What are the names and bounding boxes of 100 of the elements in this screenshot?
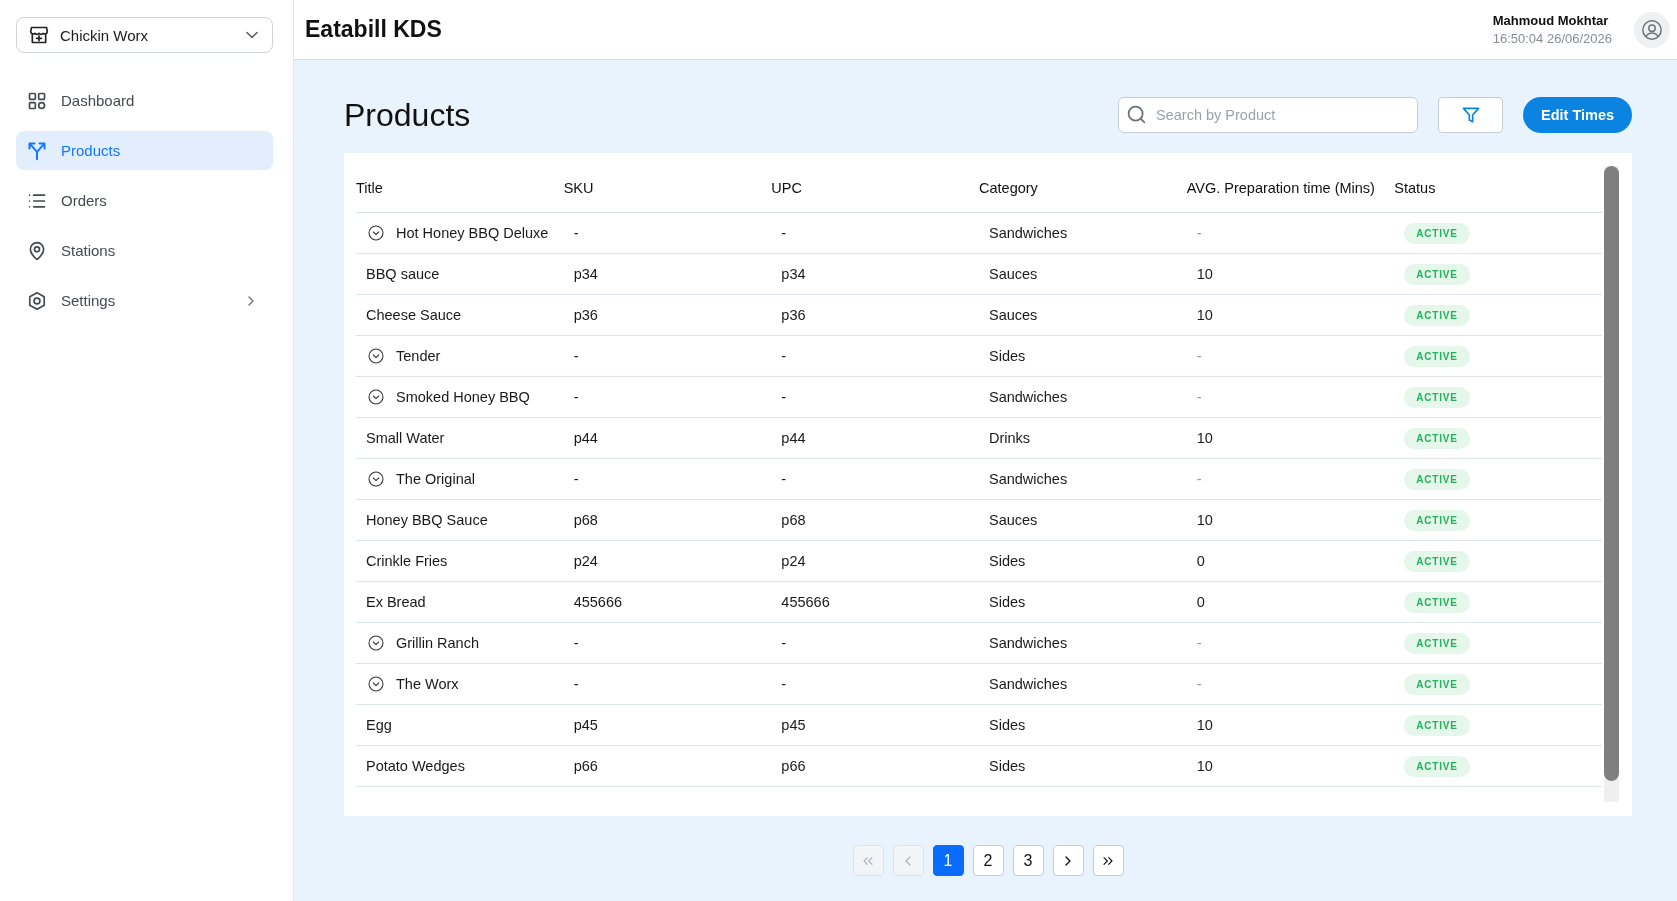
table-cell: Small Water [366, 430, 445, 446]
table-cell: Ex Bread [366, 594, 426, 610]
table-cell: 10 [1196, 266, 1213, 282]
table-cell: - [1196, 348, 1202, 364]
avatar-button[interactable] [1634, 11, 1670, 48]
table-cell: Cheese Sauce [366, 307, 462, 323]
table-cell: - [781, 348, 787, 364]
status-badge: ACTIVE [1404, 673, 1470, 695]
table-cell: p68 [573, 512, 598, 528]
nav-label: Settings [61, 292, 117, 309]
column-header: UPC [771, 179, 802, 196]
circle-chevron-icon[interactable] [368, 635, 384, 651]
page-button[interactable]: 3 [1012, 845, 1044, 876]
page-title: Products [344, 96, 472, 134]
table-cell: - [1196, 389, 1202, 405]
table-cell: p45 [573, 717, 598, 733]
table-cell: Sandwiches [989, 471, 1068, 487]
last-page-button[interactable] [1092, 845, 1124, 876]
table-cell: Sandwiches [989, 225, 1068, 241]
page-button[interactable]: 1 [932, 845, 964, 876]
column-header: SKU [563, 179, 594, 196]
table-cell: Potato Wedges [366, 758, 465, 774]
table-cell: - [781, 225, 787, 241]
status-badge: ACTIVE [1404, 632, 1470, 654]
fork-arrows-icon [27, 140, 47, 161]
table-cell: - [781, 635, 787, 651]
table-cell: Sauces [989, 512, 1038, 528]
table-cell: Sides [989, 717, 1026, 733]
circle-chevron-icon[interactable] [368, 225, 384, 241]
column-header: Title [356, 179, 383, 196]
status-badge: ACTIVE [1404, 714, 1470, 736]
nav-item[interactable]: Stations [16, 231, 273, 270]
table-cell: - [573, 348, 579, 364]
status-badge: ACTIVE [1404, 386, 1470, 408]
user-name: Mahmoud Mokhtar [1492, 13, 1610, 28]
table-cell: Sides [989, 594, 1026, 610]
grid-icon [27, 90, 47, 111]
table-cell: p36 [781, 307, 806, 323]
table-cell: - [573, 471, 579, 487]
table-cell: p36 [573, 307, 598, 323]
map-pin-icon [27, 240, 47, 261]
table-cell: Honey BBQ Sauce [366, 512, 488, 528]
column-header: Status [1394, 179, 1436, 196]
table-cell: Grillin Ranch [396, 635, 479, 651]
edit-times-button[interactable]: Edit Times [1523, 97, 1632, 133]
table-cell: Egg [366, 717, 392, 733]
hexagon-icon [27, 290, 47, 311]
table-cell: Tender [396, 348, 441, 364]
column-header: AVG. Preparation time (Mins) [1186, 179, 1375, 196]
status-badge: ACTIVE [1404, 304, 1470, 326]
table-cell: 0 [1196, 553, 1205, 569]
table-cell: Crinkle Fries [366, 553, 448, 569]
timestamp: 16:50:04 26/06/2026 [1492, 31, 1612, 46]
status-badge: ACTIVE [1404, 550, 1470, 572]
table-cell: p34 [781, 266, 806, 282]
search-field[interactable]: Search by Product [1118, 97, 1418, 133]
table-cell: - [1196, 635, 1202, 651]
table-cell: p24 [781, 553, 806, 569]
store-select[interactable]: Chickin Worx [16, 17, 273, 53]
table-cell: p45 [781, 717, 806, 733]
table-cell: Smoked Honey BBQ [396, 389, 530, 405]
column-header: Category [979, 179, 1038, 196]
table-cell: - [573, 225, 579, 241]
table-cell: p44 [573, 430, 598, 446]
circle-chevron-icon[interactable] [368, 348, 384, 364]
page-button[interactable]: 2 [972, 845, 1004, 876]
table-cell: - [1196, 676, 1202, 692]
table-cell: 10 [1196, 717, 1213, 733]
status-badge: ACTIVE [1404, 468, 1470, 490]
table-cell: Sandwiches [989, 676, 1068, 692]
nav-label: Orders [61, 192, 108, 209]
nav-item[interactable]: Dashboard [16, 81, 273, 120]
circle-chevron-icon[interactable] [368, 676, 384, 692]
nav-item[interactable]: Products [16, 131, 273, 170]
status-badge: ACTIVE [1404, 345, 1470, 367]
status-badge: ACTIVE [1404, 427, 1470, 449]
table-cell: Sauces [989, 266, 1038, 282]
table-cell: BBQ sauce [366, 266, 440, 282]
status-badge: ACTIVE [1404, 222, 1470, 244]
table-cell: p44 [781, 430, 806, 446]
filter-button[interactable] [1438, 97, 1503, 133]
table-cell: p66 [573, 758, 598, 774]
table-cell: Sandwiches [989, 635, 1068, 651]
next-page-button[interactable] [1052, 845, 1084, 876]
table-cell: Sandwiches [989, 389, 1068, 405]
nav-item[interactable]: Orders [16, 181, 273, 220]
table-cell: 455666 [573, 594, 623, 610]
table-cell: 10 [1196, 430, 1213, 446]
nav-item[interactable]: Settings [16, 281, 273, 320]
table-cell: The Original [396, 471, 475, 487]
table-cell: p66 [781, 758, 806, 774]
circle-chevron-icon[interactable] [368, 389, 384, 405]
table-cell: - [1196, 471, 1202, 487]
search-icon [1126, 104, 1147, 125]
nav-label: Products [61, 142, 122, 159]
table-cell: Sides [989, 553, 1026, 569]
status-badge: ACTIVE [1404, 509, 1470, 531]
circle-chevron-icon[interactable] [368, 471, 384, 487]
table-cell: 455666 [781, 594, 830, 610]
store-icon [29, 25, 49, 45]
